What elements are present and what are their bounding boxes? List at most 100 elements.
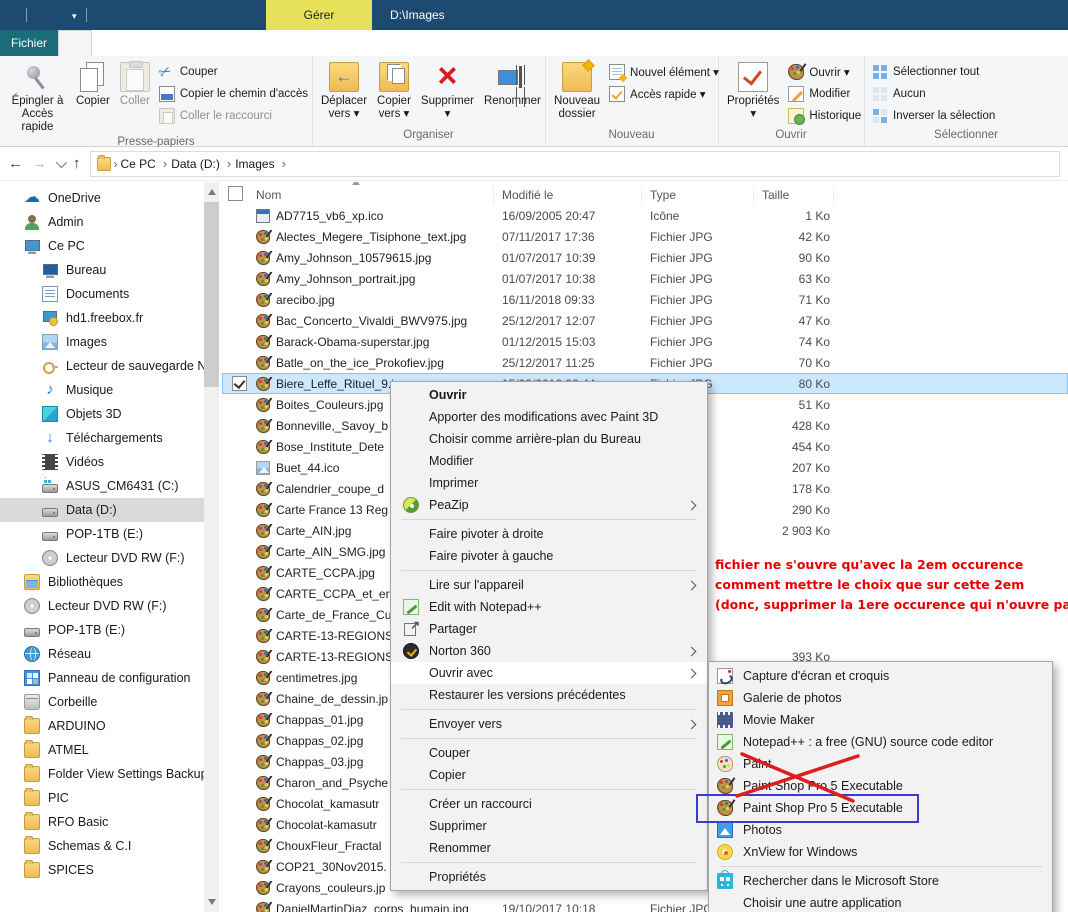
scroll-up-icon[interactable] (208, 189, 216, 195)
submenu-item[interactable]: Paint (709, 753, 1052, 775)
sidebar-item[interactable]: Objets 3D (0, 402, 204, 426)
menu-item[interactable]: Partager (391, 618, 707, 640)
menu-item[interactable]: Faire pivoter à droite (391, 523, 707, 545)
sidebar-item[interactable]: Folder View Settings Backup (0, 762, 204, 786)
submenu-item[interactable]: Rechercher dans le Microsoft Store (709, 870, 1052, 892)
select-all-checkbox[interactable] (227, 185, 243, 201)
table-row[interactable]: Barack-Obama-superstar.jpg 01/12/2015 15… (222, 331, 1068, 352)
column-header-size[interactable]: Taille (754, 185, 834, 204)
sidebar-item[interactable]: Téléchargements (0, 426, 204, 450)
submenu-item[interactable]: Choisir une autre application (709, 892, 1052, 912)
sidebar-item[interactable]: Lecteur DVD RW (F:) (0, 594, 204, 618)
sidebar-item[interactable]: Vidéos (0, 450, 204, 474)
sidebar-item[interactable]: ASUS_CM6431 (C:) (0, 474, 204, 498)
menu-item[interactable]: Lire sur l'appareil (391, 574, 707, 596)
scrollbar-thumb[interactable] (204, 202, 219, 387)
breadcrumb-segment[interactable]: Ce PC › (121, 156, 172, 171)
ribbon-big-button[interactable]: Supprimer ▾ (416, 60, 479, 123)
ribbon-small-button[interactable]: Couper (159, 63, 308, 80)
ribbon-big-button[interactable]: Copier (71, 60, 115, 136)
ribbon-big-button[interactable]: Copier vers ▾ (372, 60, 416, 123)
menu-item[interactable]: Propriétés (391, 866, 707, 888)
sidebar-item[interactable]: ATMEL (0, 738, 204, 762)
submenu-item[interactable]: Notepad++ : a free (GNU) source code edi… (709, 731, 1052, 753)
sidebar-item[interactable]: Corbeille (0, 690, 204, 714)
ribbon-small-button[interactable]: Inverser la sélection (872, 107, 995, 124)
menu-item[interactable]: Modifier (391, 450, 707, 472)
table-row[interactable]: Amy_Johnson_10579615.jpg 01/07/2017 10:3… (222, 247, 1068, 268)
ribbon-small-button[interactable]: Copier le chemin d'accès (158, 85, 308, 102)
menu-item[interactable]: Ouvrir avec (391, 662, 707, 684)
sidebar-item[interactable]: ARDUINO (0, 714, 204, 738)
breadcrumb-segment[interactable]: Data (D:) › (171, 156, 235, 171)
table-row[interactable]: Bac_Concerto_Vivaldi_BWV975.jpg 25/12/20… (222, 310, 1068, 331)
menu-item[interactable]: Envoyer vers (391, 713, 707, 735)
sidebar-item[interactable]: RFO Basic (0, 810, 204, 834)
sidebar-item[interactable]: Images (0, 330, 204, 354)
submenu-item[interactable]: Movie Maker (709, 709, 1052, 731)
sidebar-item[interactable]: POP-1TB (E:) (0, 522, 204, 546)
menu-item[interactable]: Choisir comme arrière-plan du Bureau (391, 428, 707, 450)
sidebar-item[interactable]: hd1.freebox.fr (0, 306, 204, 330)
ribbon-big-button[interactable]: Propriétés ▾ (722, 60, 784, 123)
sidebar-item[interactable]: Panneau de configuration (0, 666, 204, 690)
submenu-item[interactable]: Galerie de photos (709, 687, 1052, 709)
quick-access-icon[interactable] (31, 6, 47, 22)
ribbon-small-button[interactable]: Aucun (872, 85, 995, 102)
ribbon-big-button[interactable]: Coller (115, 60, 155, 136)
ribbon-small-button[interactable]: Nouvel élément ▾ (609, 63, 719, 80)
column-header-name[interactable]: Nom (248, 185, 494, 204)
sidebar-item[interactable]: Lecteur de sauvegarde No (0, 354, 204, 378)
table-row[interactable]: AD7715_vb6_xp.ico 16/09/2005 20:47 Icône… (222, 205, 1068, 226)
manage-contextual-label[interactable]: Gérer (266, 0, 372, 30)
ribbon-small-button[interactable]: Coller le raccourci (158, 107, 308, 124)
ribbon-small-button[interactable]: Historique (788, 107, 861, 125)
ribbon-big-button[interactable]: Épingler à Accès rapide (4, 60, 71, 136)
sidebar-item[interactable]: Lecteur DVD RW (F:) (0, 546, 204, 570)
menu-item[interactable]: Edit with Notepad++ (391, 596, 707, 618)
table-row[interactable]: Batle_on_the_ice_Prokofiev.jpg 25/12/201… (222, 352, 1068, 373)
ribbon-small-button[interactable]: Modifier (788, 85, 861, 102)
ribbon-big-button[interactable]: Nouveau dossier (549, 60, 605, 123)
ribbon-big-button[interactable]: Renommer (479, 60, 546, 123)
recent-locations-icon[interactable] (55, 156, 68, 168)
menu-item[interactable]: Imprimer (391, 472, 707, 494)
column-header-type[interactable]: Type (642, 185, 754, 204)
ribbon-tab[interactable] (158, 30, 190, 56)
column-header-modified[interactable]: Modifié le (494, 185, 642, 204)
back-icon[interactable]: ← (8, 155, 23, 172)
menu-item[interactable]: Apporter des modifications avec Paint 3D (391, 406, 707, 428)
menu-item[interactable]: Supprimer (391, 815, 707, 837)
menu-item[interactable]: Norton 360 (391, 640, 707, 662)
menu-item[interactable]: Restaurer les versions précédentes (391, 684, 707, 706)
submenu-item[interactable]: XnView for Windows (709, 841, 1052, 863)
menu-item[interactable]: Créer un raccourci (391, 793, 707, 815)
sidebar-item[interactable]: Documents (0, 282, 204, 306)
breadcrumb-segment[interactable]: Images › (235, 156, 290, 171)
forward-icon[interactable]: → (32, 155, 47, 172)
quick-access-icon[interactable] (8, 6, 24, 22)
menu-item[interactable]: Copier (391, 764, 707, 786)
sidebar-item[interactable]: Admin (0, 210, 204, 234)
ribbon-big-button[interactable]: Déplacer vers ▾ (316, 60, 372, 123)
ribbon-tab[interactable] (58, 30, 92, 56)
menu-item[interactable]: PeaZip (391, 494, 707, 516)
menu-item[interactable]: Renommer (391, 837, 707, 859)
qat-caret-icon[interactable]: ▾ (72, 11, 77, 22)
table-row[interactable]: Alectes_Megere_Tisiphone_text.jpg 07/11/… (222, 226, 1068, 247)
ribbon-tab[interactable] (92, 30, 124, 56)
sidebar-item[interactable]: Réseau (0, 642, 204, 666)
sidebar-scrollbar[interactable] (204, 182, 219, 912)
ribbon-small-button[interactable]: Ouvrir ▾ (788, 63, 861, 80)
sidebar-item[interactable]: Ce PC (0, 234, 204, 258)
sidebar-item[interactable]: Data (D:) (0, 498, 204, 522)
row-checkbox[interactable] (231, 376, 247, 391)
ribbon-small-button[interactable]: Accès rapide ▾ (609, 85, 719, 102)
sidebar-item[interactable]: OneDrive (0, 186, 204, 210)
ribbon-tab[interactable] (124, 30, 156, 56)
up-icon[interactable]: ↑ (73, 155, 81, 172)
menu-item[interactable]: Ouvrir (391, 384, 707, 406)
sidebar-item[interactable]: SPICES (0, 858, 204, 882)
sidebar-item[interactable]: POP-1TB (E:) (0, 618, 204, 642)
table-row[interactable]: arecibo.jpg 16/11/2018 09:33 Fichier JPG… (222, 289, 1068, 310)
